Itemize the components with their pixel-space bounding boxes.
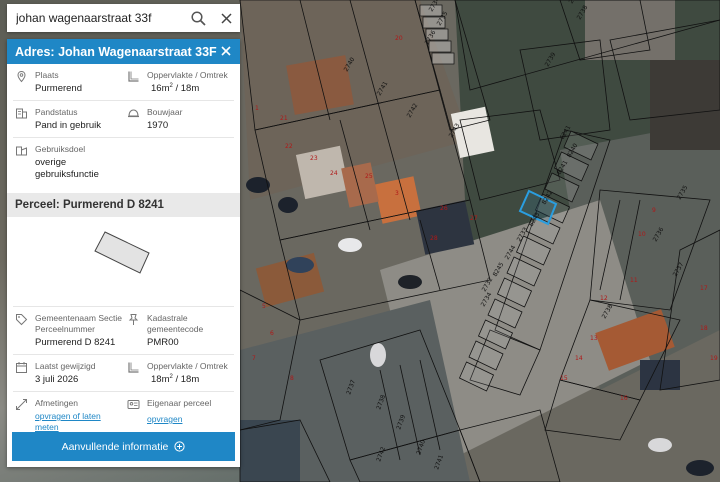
info-panel: Adres: Johan Wagenaarstraat 33F Plaats P… (7, 39, 240, 467)
house-number-label: 6 (270, 330, 274, 337)
gebruiksdoel-label: Gebruiksdoel (35, 144, 86, 154)
kadastrale-value: PMR00 (147, 337, 179, 348)
tag-icon (16, 314, 28, 326)
hard-hat-icon (128, 109, 139, 118)
gemeente-label: Gemeentenaam Sectie Perceelnummer (35, 313, 122, 334)
house-number-label: 10 (638, 231, 646, 238)
house-number-label: 19 (710, 355, 718, 362)
house-number-label: 12 (600, 295, 608, 302)
house-number-label: 23 (310, 155, 318, 162)
perceel-oppervlakte-cell: Oppervlakte / Omtrek 18m2 / 18m (125, 355, 234, 392)
oppervlakte-value: 16m2 / 18m (151, 82, 200, 94)
house-number-label: 15 (560, 375, 568, 382)
more-info-label: Aanvullende informatie (61, 440, 169, 453)
search-icon (190, 10, 206, 26)
house-number-label: 16 (620, 395, 628, 402)
building-status-icon (16, 108, 27, 119)
afmetingen-link[interactable]: opvragen of laten meten (35, 411, 113, 433)
area-ruler-icon (128, 71, 139, 82)
parcel-shape-preview (13, 217, 234, 307)
area-ruler-icon (128, 362, 139, 373)
search-bar (7, 4, 240, 32)
house-number-label: 13 (590, 335, 598, 342)
close-panel-icon[interactable] (219, 44, 233, 58)
location-pin-icon (17, 70, 26, 83)
gebruiksdoel-value: overige gebruiksfunctie (35, 157, 99, 180)
house-number-label: 14 (575, 355, 583, 362)
kadastrale-label: Kadastrale gemeentecode (147, 313, 204, 334)
house-number-label: 18 (700, 325, 708, 332)
garage-parcel (431, 52, 455, 65)
house-number-label: 3 (395, 190, 399, 197)
perceel-oppervlakte-perimeter: / 18m (175, 374, 200, 385)
plaats-value: Purmerend (35, 83, 82, 94)
house-number-label: 22 (285, 143, 293, 150)
measure-icon (16, 399, 27, 410)
house-number-label: 17 (700, 285, 708, 292)
bouwjaar-cell: Bouwjaar 1970 (125, 101, 234, 138)
oppervlakte-cell: Oppervlakte / Omtrek 16m2 / 18m (125, 64, 234, 101)
gewijzigd-value: 3 juli 2026 (35, 374, 79, 385)
search-input[interactable] (7, 4, 184, 32)
garage-parcel (428, 40, 452, 53)
address-details: Plaats Purmerend Oppervlakte / Omtrek 16… (7, 64, 240, 186)
oppervlakte-area: 16m (151, 83, 170, 94)
oppervlakte-label: Oppervlakte / Omtrek (147, 70, 228, 80)
kadastrale-cell: Kadastrale gemeentecode PMR00 (125, 307, 234, 355)
house-number-label: 25 (365, 173, 373, 180)
gebruiksdoel-cell: Gebruiksdoel overige gebruiksfunctie (13, 138, 234, 186)
house-number-label: 8 (290, 375, 294, 382)
house-number-label: 7 (252, 355, 256, 362)
house-number-label: 28 (430, 235, 438, 242)
pandstatus-label: Pandstatus (35, 107, 78, 117)
more-info-button[interactable]: Aanvullende informatie (12, 432, 235, 461)
perceel-oppervlakte-value: 18m2 / 18m (151, 373, 200, 385)
house-number-label: 21 (280, 115, 288, 122)
oppervlakte-perimeter: / 18m (175, 83, 200, 94)
eigenaar-link[interactable]: opvragen (147, 414, 182, 425)
house-number-label: 5 (262, 303, 266, 310)
parcel-shape-icon (94, 231, 150, 274)
house-number-label: 20 (395, 35, 403, 42)
calendar-icon (16, 362, 27, 373)
bouwjaar-value: 1970 (147, 120, 169, 131)
perceel-details: Gemeentenaam Sectie Perceelnummer Purmer… (7, 307, 240, 440)
pandstatus-cell: Pandstatus Pand in gebruik (13, 101, 125, 138)
gemeente-cell: Gemeentenaam Sectie Perceelnummer Purmer… (13, 307, 125, 355)
close-icon (220, 12, 232, 24)
gewijzigd-cell: Laatst gewijzigd 3 juli 2026 (13, 355, 125, 392)
house-number-label: 1 (255, 105, 259, 112)
house-number-label: 9 (652, 207, 656, 214)
perceel-oppervlakte-area: 18m (151, 374, 170, 385)
search-button[interactable] (184, 4, 212, 32)
pushpin-icon (128, 314, 139, 325)
perceel-oppervlakte-label: Oppervlakte / Omtrek (147, 361, 228, 371)
clear-search-button[interactable] (212, 4, 240, 32)
house-number-label: 26 (440, 205, 448, 212)
gemeente-value: Purmerend D 8241 (35, 337, 116, 348)
perceel-section-title: Perceel: Purmerend D 8241 (7, 193, 240, 217)
usage-buildings-icon (16, 146, 27, 156)
id-card-icon (127, 400, 140, 409)
plaats-cell: Plaats Purmerend (13, 64, 125, 101)
gewijzigd-label: Laatst gewijzigd (35, 361, 96, 371)
pandstatus-value: Pand in gebruik (35, 120, 102, 131)
afmetingen-label: Afmetingen (35, 398, 78, 408)
panel-header: Adres: Johan Wagenaarstraat 33F (7, 39, 240, 64)
house-number-label: 24 (330, 170, 338, 177)
panel-title: Adres: Johan Wagenaarstraat 33F (15, 44, 217, 59)
house-number-label: 11 (630, 277, 638, 284)
plus-circle-icon (174, 441, 186, 452)
eigenaar-label: Eigenaar perceel (147, 398, 212, 408)
plaats-label: Plaats (35, 70, 59, 80)
bouwjaar-label: Bouwjaar (147, 107, 183, 117)
house-number-label: 27 (470, 215, 478, 222)
